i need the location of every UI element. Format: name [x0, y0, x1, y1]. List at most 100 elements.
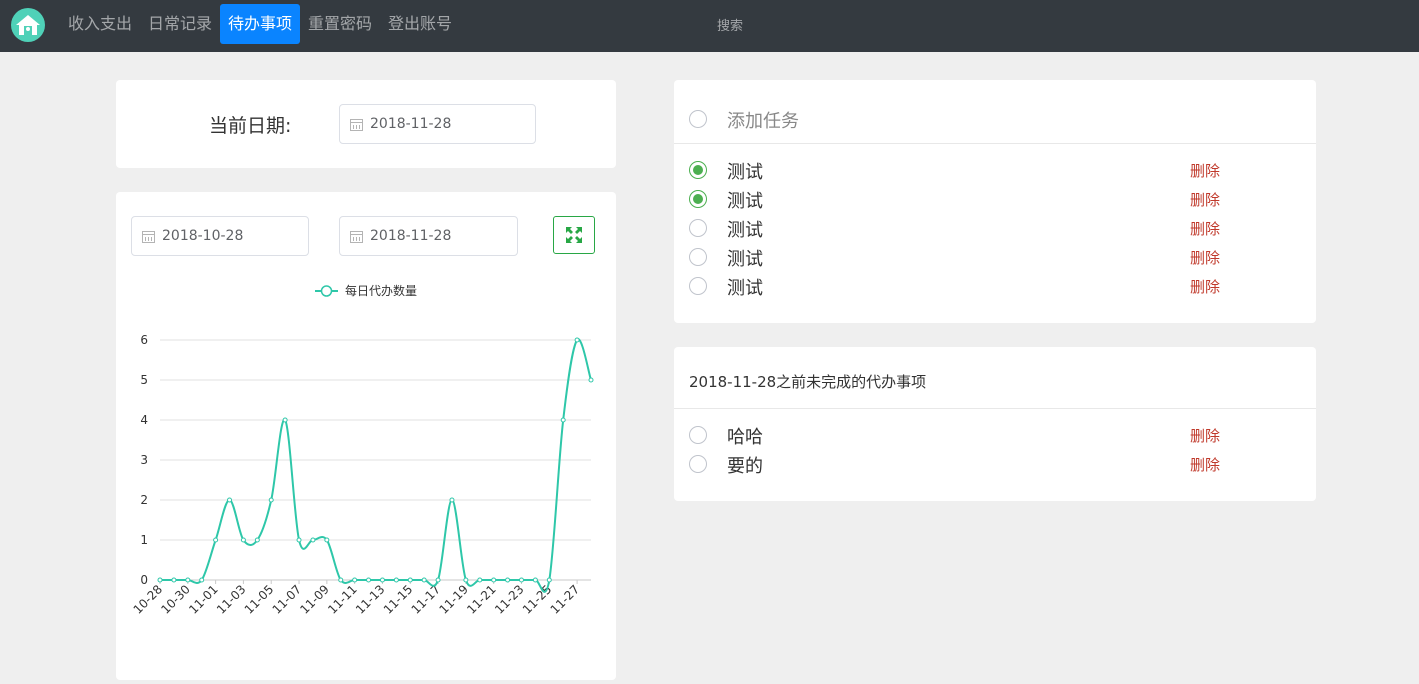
range-end-value: 2018-11-28 — [370, 228, 452, 244]
nav-item-daily-records[interactable]: 日常记录 — [140, 4, 220, 44]
data-point[interactable] — [171, 577, 177, 583]
overdue-task-delete-link[interactable]: 删除 — [1190, 454, 1220, 475]
data-point[interactable] — [435, 577, 441, 583]
data-point[interactable] — [324, 537, 330, 543]
calendar-icon — [350, 231, 363, 243]
data-point[interactable] — [240, 537, 246, 543]
task-delete-link[interactable]: 删除 — [1190, 218, 1220, 239]
overdue-card: 2018-11-28之前未完成的代办事项 哈哈 删除 要的 删除 — [674, 347, 1316, 501]
task-delete-link[interactable]: 删除 — [1190, 160, 1220, 181]
overdue-task-checkbox[interactable] — [689, 455, 707, 473]
task-text: 测试 — [727, 191, 763, 212]
overdue-task-text: 哈哈 — [727, 427, 763, 448]
add-task-radio[interactable] — [689, 110, 707, 128]
current-date-label: 当前日期: — [209, 115, 292, 137]
x-tick-label: 11-05 — [242, 582, 277, 617]
task-checkbox[interactable] — [689, 161, 707, 179]
data-point[interactable] — [352, 577, 358, 583]
range-start-value: 2018-10-28 — [162, 228, 244, 244]
legend-label: 每日代办数量 — [345, 283, 417, 298]
y-tick-label: 0 — [140, 573, 148, 587]
data-point[interactable] — [588, 377, 594, 383]
tasks-card: 添加任务 测试 删除 测试 删除 测试 删除 测试 删除 测试 删除 — [674, 80, 1316, 323]
data-point[interactable] — [296, 537, 302, 543]
task-text: 测试 — [727, 249, 763, 270]
nav-item-reset-password[interactable]: 重置密码 — [300, 4, 380, 44]
data-point[interactable] — [463, 577, 469, 583]
expand-button[interactable] — [553, 216, 595, 254]
data-point[interactable] — [338, 577, 344, 583]
y-tick-label: 2 — [140, 493, 148, 507]
data-point[interactable] — [574, 337, 580, 343]
x-tick-label: 11-27 — [548, 582, 583, 617]
data-point[interactable] — [546, 577, 552, 583]
data-point[interactable] — [505, 577, 511, 583]
x-tick-label: 11-13 — [353, 582, 388, 617]
data-point[interactable] — [199, 577, 205, 583]
data-point[interactable] — [268, 497, 274, 503]
range-start-picker[interactable]: 2018-10-28 — [131, 216, 309, 256]
expand-icon — [566, 227, 582, 243]
x-tick-label: 11-25 — [520, 582, 555, 617]
data-point[interactable] — [477, 577, 483, 583]
y-tick-label: 6 — [140, 333, 148, 347]
data-point[interactable] — [449, 497, 455, 503]
x-tick-label: 11-11 — [325, 582, 360, 617]
task-checkbox[interactable] — [689, 219, 707, 237]
data-point[interactable] — [310, 537, 316, 543]
x-tick-label: 11-19 — [436, 582, 471, 617]
overdue-task-delete-link[interactable]: 删除 — [1190, 425, 1220, 446]
y-tick-label: 4 — [140, 413, 148, 427]
data-point[interactable] — [532, 577, 538, 583]
data-point[interactable] — [157, 577, 163, 583]
data-point[interactable] — [185, 577, 191, 583]
nav-item-logout[interactable]: 登出账号 — [380, 4, 460, 44]
current-date-picker[interactable]: 2018-11-28 — [339, 104, 536, 144]
task-checkbox[interactable] — [689, 190, 707, 208]
x-tick-label: 11-01 — [186, 582, 221, 617]
overdue-title: 2018-11-28之前未完成的代办事项 — [689, 373, 927, 391]
navbar: 收入支出 日常记录 待办事项 重置密码 登出账号 搜索 — [0, 0, 1419, 52]
x-tick-label: 11-23 — [492, 582, 527, 617]
legend-item[interactable]: 每日代办数量 — [315, 283, 417, 298]
data-point[interactable] — [213, 537, 219, 543]
legend-marker — [320, 285, 333, 297]
calendar-icon — [142, 231, 155, 243]
overdue-task-text: 要的 — [727, 456, 763, 477]
task-text: 测试 — [727, 220, 763, 241]
divider — [674, 408, 1316, 409]
data-point[interactable] — [227, 497, 233, 503]
task-delete-link[interactable]: 删除 — [1190, 247, 1220, 268]
data-point[interactable] — [254, 537, 260, 543]
data-point[interactable] — [407, 577, 413, 583]
task-delete-link[interactable]: 删除 — [1190, 189, 1220, 210]
data-point[interactable] — [560, 417, 566, 423]
nav-item-todos[interactable]: 待办事项 — [220, 4, 301, 44]
data-point[interactable] — [421, 577, 427, 583]
calendar-icon — [350, 119, 363, 131]
data-point[interactable] — [491, 577, 497, 583]
task-delete-link[interactable]: 删除 — [1190, 276, 1220, 297]
overdue-task-checkbox[interactable] — [689, 426, 707, 444]
range-end-picker[interactable]: 2018-11-28 — [339, 216, 518, 256]
y-tick-label: 3 — [140, 453, 148, 467]
task-text: 测试 — [727, 162, 763, 183]
x-tick-label: 11-07 — [270, 582, 305, 617]
data-point[interactable] — [518, 577, 524, 583]
x-tick-label: 10-28 — [131, 582, 166, 617]
x-tick-label: 11-17 — [409, 582, 444, 617]
task-checkbox[interactable] — [689, 248, 707, 266]
search-link[interactable]: 搜索 — [717, 15, 743, 34]
x-tick-label: 10-30 — [158, 582, 193, 617]
task-text: 测试 — [727, 278, 763, 299]
home-logo-icon[interactable] — [11, 8, 45, 42]
nav-item-income-expense[interactable]: 收入支出 — [60, 4, 140, 44]
divider — [674, 143, 1316, 144]
x-tick-label: 11-15 — [381, 582, 416, 617]
task-checkbox[interactable] — [689, 277, 707, 295]
data-point[interactable] — [379, 577, 385, 583]
add-task-input[interactable]: 添加任务 — [727, 107, 799, 133]
data-point[interactable] — [282, 417, 288, 423]
data-point[interactable] — [393, 577, 399, 583]
data-point[interactable] — [366, 577, 372, 583]
